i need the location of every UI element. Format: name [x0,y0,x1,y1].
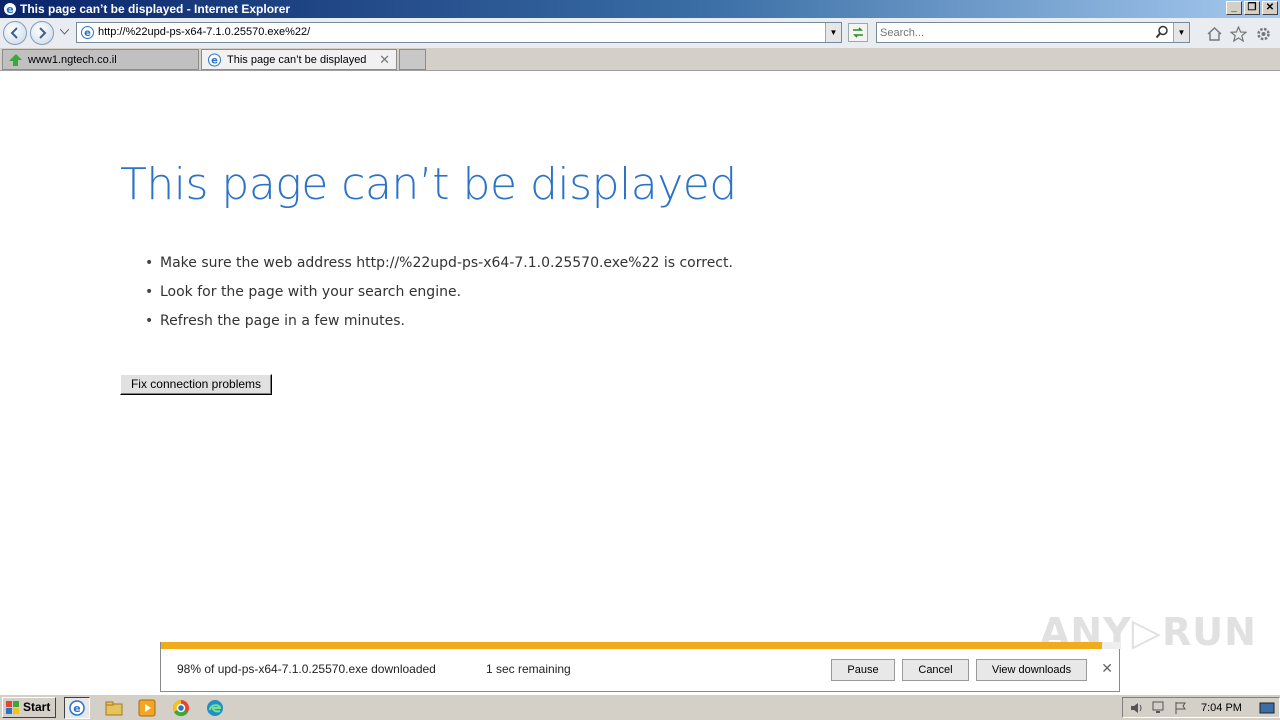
navigation-bar: e http://%22upd-ps-x64-7.1.0.25570.exe%2… [0,18,1280,48]
ie-icon: e [69,700,85,716]
download-progress-track [161,642,1121,649]
close-window-button[interactable]: ✕ [1262,1,1278,15]
svg-text:e: e [73,702,80,715]
restore-button[interactable]: ❐ [1244,1,1260,15]
window-titlebar: e This page can’t be displayed - Interne… [0,0,1280,18]
page-icon: e [81,26,94,39]
ie-page-icon: e [208,53,221,67]
page-content: This page can’t be displayed • Make sure … [0,71,1280,693]
suggestion-list: • Make sure the web address http://%22upd… [145,253,733,340]
forward-button[interactable] [30,21,54,45]
close-tab-icon[interactable]: ✕ [379,50,390,70]
settings-gear-icon[interactable] [1255,26,1272,42]
window-title: This page can’t be displayed - Internet … [20,2,291,16]
start-button[interactable]: Start [2,697,56,718]
favorites-star-icon[interactable] [1230,26,1247,42]
suggestion-item: • Look for the page with your search engi… [145,284,462,300]
media-player-icon[interactable] [137,698,157,718]
action-center-flag-icon[interactable] [1173,701,1189,715]
network-icon[interactable] [1151,701,1167,715]
ie-logo-icon: e [4,3,16,16]
compatibility-refresh-button[interactable] [848,23,868,42]
tab-error-page[interactable]: e This page can’t be displayed ✕ [201,49,397,70]
error-title: This page can’t be displayed [120,159,737,210]
edge-icon[interactable] [205,698,225,718]
start-label: Start [23,700,51,714]
taskbar: Start e 7:04 PM [0,694,1280,720]
tab-ngtech[interactable]: www1.ngtech.co.il [2,49,199,70]
back-button[interactable] [3,21,27,45]
system-tray: 7:04 PM [1122,697,1280,718]
back-arrow-icon [10,27,18,39]
refresh-icon [853,27,863,38]
green-arrow-icon [9,54,22,66]
suggestion-item: • Refresh the page in a few minutes. [145,313,405,329]
tab-label: www1.ngtech.co.il [28,54,117,66]
suggestion-item: • Make sure the web address http://%22upd… [145,255,733,271]
search-box[interactable]: ▼ [876,22,1190,43]
tab-label: This page can’t be displayed [227,54,367,66]
download-progress-fill [161,642,1102,649]
bullet: • [145,284,154,300]
tab-bar: www1.ngtech.co.il e This page can’t be d… [0,48,1280,71]
cancel-button[interactable]: Cancel [902,659,969,681]
download-remaining: 1 sec remaining [486,662,571,676]
svg-text:e: e [84,28,91,39]
svg-text:e: e [211,56,218,67]
search-dropdown-icon[interactable]: ▼ [1173,23,1189,42]
close-download-bar-icon[interactable]: ✕ [1101,660,1113,677]
show-desktop-icon[interactable] [1259,701,1275,715]
chrome-icon[interactable] [171,698,191,718]
bullet: • [145,313,154,329]
volume-icon[interactable] [1129,701,1145,715]
history-dropdown-icon[interactable] [60,29,69,35]
taskbar-ie-button[interactable]: e [64,697,90,719]
download-message: 98% of upd-ps-x64-7.1.0.25570.exe downlo… [177,662,436,676]
bullet: • [145,255,154,271]
explorer-folder-icon[interactable] [104,698,124,718]
window-controls: _ ❐ ✕ [1226,1,1278,15]
svg-text:e: e [6,3,13,16]
minimize-button[interactable]: _ [1226,1,1242,15]
search-icon[interactable] [1155,25,1169,39]
download-notification-bar: 98% of upd-ps-x64-7.1.0.25570.exe downlo… [160,642,1121,692]
address-dropdown-icon[interactable]: ▼ [825,23,841,42]
fix-connection-button[interactable]: Fix connection problems [120,374,272,395]
clock[interactable]: 7:04 PM [1201,702,1242,714]
address-text[interactable]: http://%22upd-ps-x64-7.1.0.25570.exe%22/ [98,26,310,38]
search-input[interactable] [880,25,1150,40]
new-tab-button[interactable] [399,49,426,70]
windows-flag-icon [6,701,19,714]
address-bar[interactable]: e http://%22upd-ps-x64-7.1.0.25570.exe%2… [76,22,842,43]
forward-arrow-icon [39,27,47,39]
pause-button[interactable]: Pause [831,659,895,681]
view-downloads-button[interactable]: View downloads [976,659,1087,681]
home-icon[interactable] [1206,26,1223,42]
